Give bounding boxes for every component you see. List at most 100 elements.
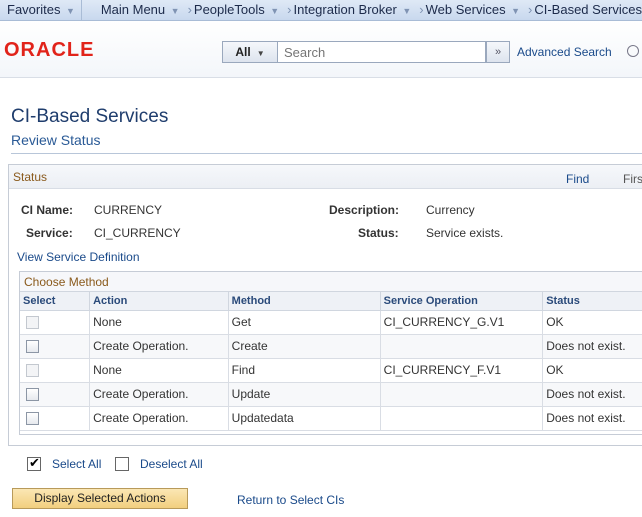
service-label: Service:	[26, 226, 73, 240]
select-cell	[20, 334, 91, 359]
method-cell: Create	[228, 334, 381, 359]
select-cell	[20, 406, 91, 431]
status-header: Status Find First	[9, 165, 642, 189]
action-cell: Create Operation.	[89, 382, 229, 407]
title-divider	[11, 153, 642, 154]
status-cell: Does not exist.	[542, 406, 642, 431]
breadcrumb-current-label: CI-Based Services	[534, 1, 642, 17]
favorites-menu[interactable]: Favorites ▼	[0, 0, 82, 20]
view-service-definition-link[interactable]: View Service Definition	[17, 250, 140, 264]
chevron-down-icon: ▼	[267, 5, 280, 16]
return-to-select-cis-link[interactable]: Return to Select CIs	[237, 493, 344, 507]
table-row: Create Operation. Update Does not exist.	[20, 382, 642, 407]
breadcrumb-separator-icon: ›	[528, 1, 533, 17]
row-select-checkbox	[26, 316, 39, 330]
service-value: CI_CURRENCY	[94, 226, 181, 240]
breadcrumb-web-services-label: Web Services	[425, 1, 506, 17]
first-link[interactable]: First	[623, 172, 642, 186]
breadcrumb-integration-broker-label: Integration Broker	[293, 1, 397, 17]
breadcrumb-peopletools-label: PeopleTools	[193, 1, 265, 17]
operation-cell: CI_CURRENCY_F.V1	[380, 358, 544, 383]
select-cell	[20, 358, 91, 383]
deselect-all-checkbox[interactable]	[115, 457, 129, 471]
method-cell: Update	[228, 382, 381, 407]
operation-cell	[380, 382, 544, 407]
breadcrumb-current: › CI-Based Services	[520, 0, 642, 20]
breadcrumb-peopletools[interactable]: › PeopleTools ▼	[180, 0, 280, 20]
method-cell: Get	[228, 310, 381, 335]
status-value: Service exists.	[426, 226, 504, 240]
status-label: Status:	[358, 226, 399, 240]
row-select-checkbox[interactable]	[26, 340, 39, 354]
search-bar: All ▼	[222, 41, 486, 63]
page-title: CI-Based Services	[11, 106, 169, 127]
favorites-label: Favorites	[7, 1, 61, 17]
breadcrumb-integration-broker[interactable]: › Integration Broker ▼	[279, 0, 412, 20]
column-header[interactable]: Status	[542, 292, 642, 311]
breadcrumb-separator-icon: ›	[287, 1, 292, 17]
chevron-down-icon: ▼	[168, 5, 180, 16]
column-header[interactable]: Method	[228, 292, 381, 311]
status-group: Status Find First CI Name: CURRENCY Serv…	[8, 164, 642, 446]
action-cell: Create Operation.	[89, 406, 229, 431]
select-all-link[interactable]: Select All	[52, 457, 101, 471]
table-row: Create Operation. Create Does not exist.	[20, 334, 642, 359]
grid-title: Choose Method	[20, 272, 642, 292]
chevron-down-icon: ▼	[63, 5, 75, 16]
method-cell: Find	[228, 358, 381, 383]
display-selected-actions-button[interactable]: Display Selected Actions	[12, 488, 188, 509]
breadcrumb-separator-icon: ›	[419, 1, 424, 17]
column-header[interactable]: Action	[89, 292, 229, 311]
deselect-all-link[interactable]: Deselect All	[140, 457, 203, 471]
description-label: Description:	[329, 203, 400, 217]
table-row: Create Operation. Updatedata Does not ex…	[20, 406, 642, 431]
method-cell: Updatedata	[228, 406, 381, 431]
checkmark-icon: ✔	[29, 455, 40, 470]
table-row: None Get CI_CURRENCY_G.V1 OK	[20, 310, 642, 335]
status-title: Status	[13, 170, 48, 184]
action-cell: None	[89, 310, 229, 335]
select-cell	[20, 382, 91, 407]
table-row: None Find CI_CURRENCY_F.V1 OK	[20, 358, 642, 383]
search-go-button[interactable]: »	[486, 41, 510, 63]
select-cell	[20, 310, 91, 335]
status-cell: Does not exist.	[542, 382, 642, 407]
search-input[interactable]	[278, 42, 485, 62]
search-scope-label: All	[235, 45, 251, 59]
main-menu[interactable]: Main Menu ▼	[82, 0, 180, 20]
breadcrumb-web-services[interactable]: › Web Services ▼	[411, 0, 520, 20]
table-header-row: Select Action Method Service Operation S…	[20, 292, 642, 311]
action-cell: Create Operation.	[89, 334, 229, 359]
breadcrumb-separator-icon: ›	[187, 1, 192, 17]
status-cell: OK	[542, 310, 642, 335]
page-subtitle: Review Status	[11, 132, 101, 148]
operation-cell	[380, 406, 544, 431]
row-select-checkbox	[26, 364, 39, 378]
header-bar: ORACLE All ▼ » Advanced Search	[0, 21, 642, 78]
oracle-logo: ORACLE	[4, 39, 95, 61]
description-value: Currency	[426, 203, 475, 217]
row-select-checkbox[interactable]	[26, 388, 39, 402]
action-cell: None	[89, 358, 229, 383]
choose-method-grid: Choose Method Select Action Method Servi…	[19, 271, 642, 435]
ci-name-label: CI Name:	[21, 203, 74, 217]
chevron-down-icon: ▼	[399, 5, 412, 16]
main-menu-label: Main Menu	[100, 1, 166, 17]
select-all-checkbox[interactable]: ✔	[27, 455, 41, 471]
operation-cell: CI_CURRENCY_G.V1	[380, 310, 544, 335]
status-cell: OK	[542, 358, 642, 383]
find-link[interactable]: Find	[566, 172, 589, 186]
chevron-down-icon: ▼	[256, 49, 265, 58]
ci-name-value: CURRENCY	[94, 203, 163, 217]
column-header[interactable]: Select	[20, 292, 91, 311]
row-select-checkbox[interactable]	[26, 412, 39, 426]
chevron-down-icon: ▼	[508, 5, 520, 16]
search-scope-select[interactable]: All ▼	[223, 42, 278, 62]
advanced-search-link[interactable]: Advanced Search	[517, 45, 612, 59]
column-header[interactable]: Service Operation	[380, 292, 544, 311]
top-navigation: Favorites ▼ Main Menu ▼ › PeopleTools ▼ ›…	[0, 0, 642, 21]
method-table: Select Action Method Service Operation S…	[20, 292, 642, 431]
status-cell: Does not exist.	[542, 334, 642, 359]
search-icon[interactable]	[627, 45, 639, 57]
operation-cell	[380, 334, 544, 359]
